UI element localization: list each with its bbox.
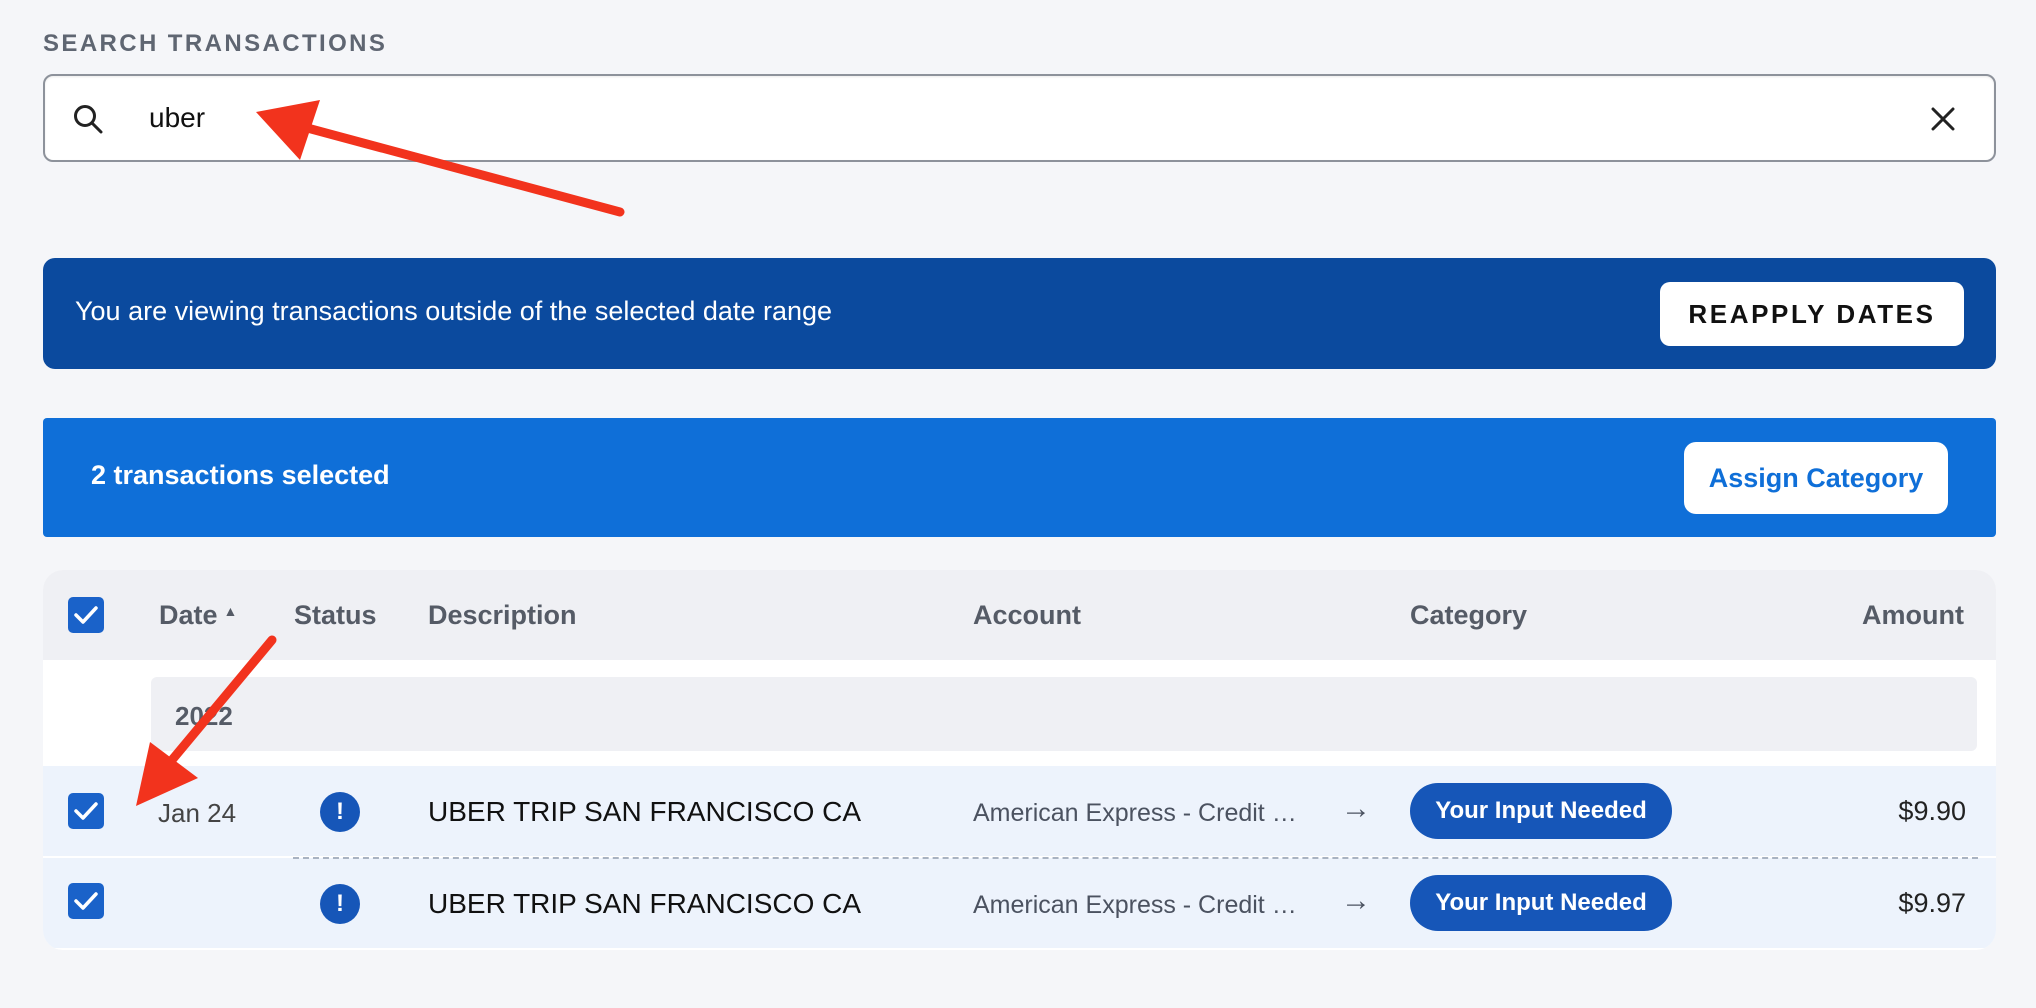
table-header: Date ▲ Status Description Account Categor… — [43, 570, 1996, 660]
row-date: Jan 24 — [158, 798, 237, 828]
date-range-message: You are viewing transactions outside of … — [75, 296, 833, 326]
checkmark-icon — [74, 606, 98, 624]
header-date-label: Date — [159, 600, 218, 630]
category-pill[interactable]: Your Input Needed — [1410, 783, 1672, 839]
reapply-dates-button[interactable]: REAPPLY DATES — [1660, 282, 1964, 346]
row-description: UBER TRIP SAN FRANCISCO CA — [428, 796, 862, 827]
search-label: SEARCH TRANSACTIONS — [43, 30, 388, 57]
row-account: American Express - Credit Card — [973, 799, 1313, 827]
row-amount: $9.90 — [1898, 796, 1966, 826]
checkmark-icon — [74, 892, 98, 910]
header-description[interactable]: Description — [428, 600, 577, 631]
selection-count: 2 transactions selected — [91, 460, 390, 490]
header-status[interactable]: Status — [294, 600, 377, 631]
date-range-banner: You are viewing transactions outside of … — [43, 258, 1996, 369]
sort-ascending-icon: ▲ — [223, 603, 238, 619]
alert-status-icon[interactable]: ! — [320, 884, 360, 924]
header-date[interactable]: Date ▲ — [159, 600, 237, 631]
table-row[interactable]: Jan 24 ! UBER TRIP SAN FRANCISCO CA Amer… — [43, 766, 1996, 856]
checkmark-icon — [74, 802, 98, 820]
header-account[interactable]: Account — [973, 600, 1081, 631]
header-category[interactable]: Category — [1410, 600, 1527, 631]
arrow-right-icon: → — [1341, 884, 1371, 917]
select-all-checkbox[interactable] — [68, 597, 104, 633]
row-description: UBER TRIP SAN FRANCISCO CA — [428, 888, 862, 919]
assign-category-button[interactable]: Assign Category — [1684, 442, 1948, 514]
row-divider — [293, 857, 1978, 859]
category-pill[interactable]: Your Input Needed — [1410, 875, 1672, 931]
year-group-row: 2022 — [151, 677, 1977, 751]
row-checkbox[interactable] — [68, 793, 104, 829]
close-icon[interactable] — [1928, 104, 1958, 134]
search-input[interactable] — [149, 94, 1849, 142]
transactions-table: Date ▲ Status Description Account Categor… — [43, 570, 1996, 950]
search-icon — [74, 105, 103, 134]
header-amount[interactable]: Amount — [1862, 600, 1964, 631]
search-box[interactable] — [43, 74, 1996, 162]
year-label: 2022 — [175, 701, 233, 731]
selection-bar: 2 transactions selected Assign Category — [43, 418, 1996, 537]
arrow-right-icon: → — [1341, 792, 1371, 825]
row-account: American Express - Credit Card — [973, 891, 1313, 919]
row-checkbox[interactable] — [68, 883, 104, 919]
alert-status-icon[interactable]: ! — [320, 792, 360, 832]
row-amount: $9.97 — [1898, 888, 1966, 918]
table-row[interactable]: ! UBER TRIP SAN FRANCISCO CA American Ex… — [43, 858, 1996, 948]
